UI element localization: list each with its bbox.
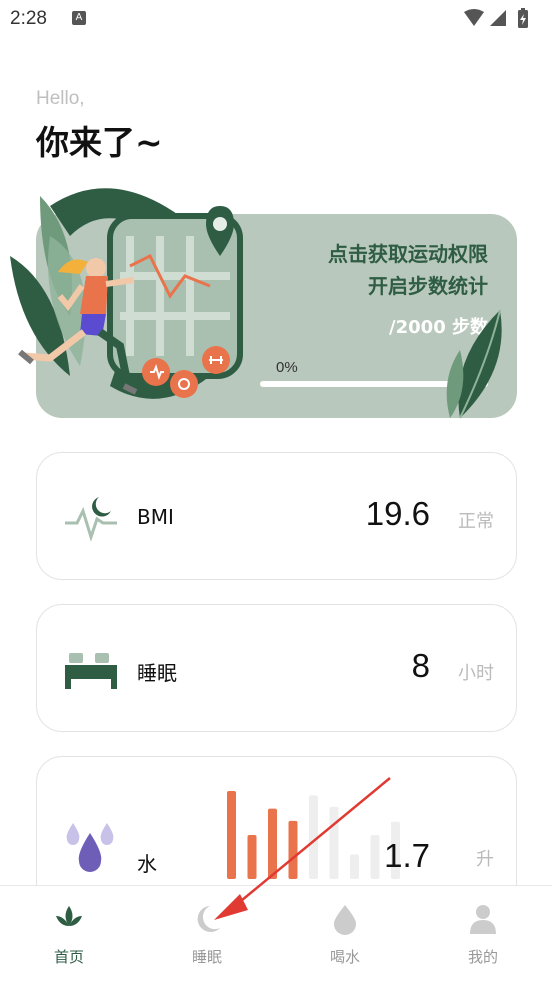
nav-home-label: 首页 [53, 948, 84, 966]
bottom-nav: 首页 睡眠 喝水 我的 [0, 885, 552, 983]
user-icon [470, 905, 496, 934]
status-time: 2:28 [10, 8, 47, 29]
runner-illustration [10, 188, 243, 399]
page-title: 你来了~ [36, 123, 163, 162]
water-bar [288, 820, 298, 879]
nav-water-label: 喝水 [329, 948, 360, 966]
steps-permission-text: 点击获取运动权限 [328, 242, 488, 266]
water-bar [329, 806, 339, 879]
water-bar [268, 808, 277, 879]
bmi-value: 19.6 [365, 495, 430, 532]
water-bar [309, 795, 318, 879]
steps-progress-text: 0% [276, 359, 298, 376]
leaf-decoration-icon [446, 309, 502, 419]
sleep-card[interactable]: 睡眠 8 小时 [36, 604, 517, 732]
sleep-label: 睡眠 [137, 661, 177, 685]
bmi-label: BMI [137, 505, 174, 529]
bmi-status: 正常 [458, 511, 494, 532]
bed-icon [65, 653, 117, 689]
nav-sleep-label: 睡眠 [191, 948, 222, 966]
water-bar [247, 835, 257, 879]
nav-profile-label: 我的 [467, 948, 498, 966]
water-drops-icon [66, 823, 114, 872]
nav-water[interactable]: 喝水 [276, 886, 414, 983]
nav-profile[interactable]: 我的 [414, 886, 552, 983]
leaf-icon [56, 906, 82, 926]
greeting-hello: Hello, [36, 88, 85, 109]
system-status-icons [464, 8, 528, 28]
moon-icon [197, 906, 220, 932]
notification-icon: A [72, 11, 86, 25]
water-bar [350, 854, 359, 879]
sleep-value: 8 [411, 647, 430, 684]
status-bar: 2:28 A [0, 0, 552, 40]
bmi-heartbeat-icon [65, 497, 117, 542]
nav-sleep[interactable]: 睡眠 [138, 886, 276, 983]
sleep-unit: 小时 [458, 663, 494, 684]
water-drop-icon [333, 905, 357, 935]
steps-enable-text: 开启步数统计 [368, 274, 488, 298]
water-label: 水 [137, 852, 157, 876]
nav-home[interactable]: 首页 [0, 886, 138, 983]
water-bar [370, 835, 380, 879]
water-bar [227, 791, 236, 879]
water-value: 1.7 [384, 837, 430, 874]
bmi-card[interactable]: BMI 19.6 正常 [36, 452, 517, 580]
water-unit: 升 [476, 849, 494, 870]
